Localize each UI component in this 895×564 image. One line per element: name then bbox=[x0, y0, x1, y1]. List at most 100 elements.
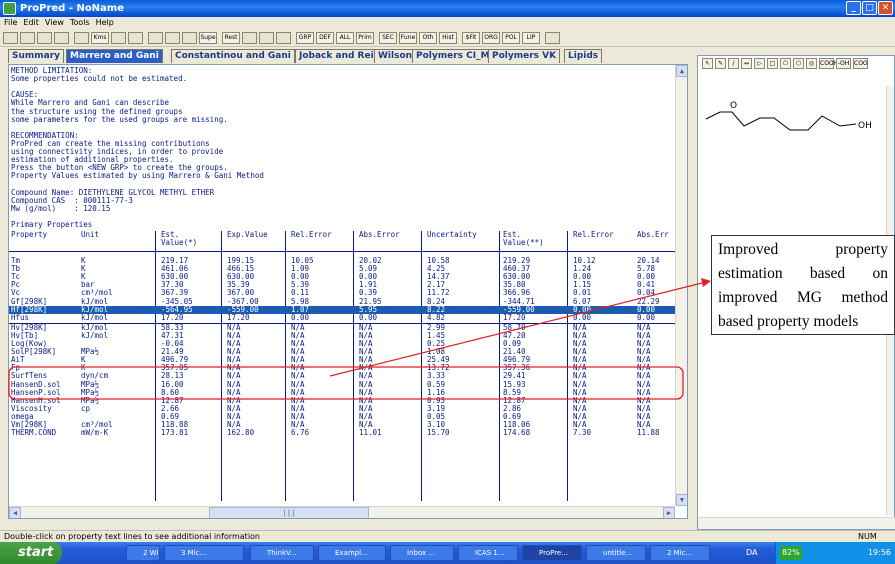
taskbar-item[interactable]: ICAS 1... bbox=[458, 545, 518, 561]
table-cell[interactable]: kJ/mol bbox=[81, 331, 108, 340]
tool-coo[interactable]: COO bbox=[853, 58, 868, 69]
toolbar-oth-button[interactable]: Oth bbox=[419, 32, 437, 44]
ring-icon[interactable]: ◎ bbox=[806, 58, 817, 69]
menu-view[interactable]: View bbox=[45, 18, 64, 27]
chart-icon[interactable] bbox=[148, 32, 163, 44]
menu-help[interactable]: Help bbox=[96, 18, 114, 27]
editor-hscrollbar[interactable] bbox=[698, 517, 895, 529]
language-indicator[interactable]: DA bbox=[746, 542, 758, 564]
taskbar-item[interactable]: 2 Wi... bbox=[126, 545, 160, 561]
battery-indicator[interactable]: 82% bbox=[780, 546, 802, 560]
table-cell[interactable]: 0.00 bbox=[359, 313, 377, 322]
table-cell[interactable]: THERM.COND bbox=[11, 429, 56, 437]
tab-polymers-vk[interactable]: Polymers VK bbox=[488, 49, 561, 63]
book-icon[interactable] bbox=[165, 32, 180, 44]
toolbar-rest-button[interactable]: Rest bbox=[222, 32, 240, 44]
horizontal-scrollbar[interactable]: ◀ ||| ▶ bbox=[9, 506, 675, 518]
graph-icon[interactable] bbox=[259, 32, 274, 44]
pentagon-icon[interactable]: ⬠ bbox=[780, 58, 791, 69]
help-icon[interactable] bbox=[545, 32, 560, 44]
minimize-button[interactable]: _ bbox=[846, 1, 861, 15]
table-cell[interactable]: 162.80 bbox=[227, 429, 254, 437]
table-cell[interactable]: 6.76 bbox=[291, 429, 309, 437]
toolbar-fune-button[interactable]: Fune bbox=[399, 32, 417, 44]
toolbar-hist-button[interactable]: Hist bbox=[439, 32, 457, 44]
toolbar-lip-button[interactable]: LIP bbox=[522, 32, 540, 44]
taskbar-item[interactable]: 2 Mic... bbox=[650, 545, 710, 561]
paste-icon[interactable] bbox=[74, 32, 89, 44]
taskbar-item[interactable]: 3 Mic... bbox=[164, 545, 244, 561]
scroll-down-icon[interactable]: ▼ bbox=[676, 494, 687, 506]
table-cell[interactable]: 7.30 bbox=[573, 429, 591, 437]
toolbar-sec-button[interactable]: SEC bbox=[379, 32, 397, 44]
hexagon-icon[interactable]: ⬡ bbox=[793, 58, 804, 69]
copy-icon[interactable] bbox=[54, 32, 69, 44]
square-icon[interactable]: □ bbox=[767, 58, 778, 69]
taskbar-item[interactable]: Exampl... bbox=[318, 545, 386, 561]
table-cell[interactable]: 17.20 bbox=[161, 313, 184, 322]
toolbar-fit-button[interactable]: $Fit bbox=[462, 32, 480, 44]
table-cell[interactable]: 0.00 bbox=[291, 313, 309, 322]
taskbar-item[interactable]: untitle... bbox=[586, 545, 646, 561]
table-cell[interactable]: 17.20 bbox=[227, 313, 250, 322]
tab-wilson[interactable]: Wilson bbox=[374, 49, 417, 63]
toolbar-supe-button[interactable]: Supe bbox=[199, 32, 217, 44]
results-text-pane[interactable]: METHOD LIMITATION: Some properties could … bbox=[8, 64, 688, 519]
text-line: Property Values estimated by using Marre… bbox=[11, 171, 264, 181]
table-cell[interactable]: 0.00 bbox=[637, 313, 655, 322]
taskbar-item[interactable]: ThinkV... bbox=[250, 545, 314, 561]
save-icon[interactable] bbox=[37, 32, 52, 44]
new-icon[interactable] bbox=[3, 32, 18, 44]
molecule-icon[interactable] bbox=[242, 32, 257, 44]
toolbar-pol-button[interactable]: POL bbox=[502, 32, 520, 44]
toolbar-kms-button[interactable]: Kms bbox=[91, 32, 109, 44]
table-icon[interactable] bbox=[276, 32, 291, 44]
tab-lipids[interactable]: Lipids bbox=[564, 49, 603, 63]
pointer-icon[interactable]: ↖ bbox=[702, 58, 713, 69]
menu-file[interactable]: File bbox=[4, 18, 17, 27]
menu-tools[interactable]: Tools bbox=[70, 18, 90, 27]
table-cell[interactable]: 17.20 bbox=[503, 313, 526, 322]
tab-marrero-and-gani[interactable]: Marrero and Gani bbox=[66, 49, 163, 63]
tab-constantinou-and-gani[interactable]: Constantinou and Gani bbox=[171, 49, 295, 63]
close-button[interactable]: ✕ bbox=[878, 1, 893, 15]
table-cell[interactable]: 4.82 bbox=[427, 313, 445, 322]
table-cell[interactable]: 11.88 bbox=[637, 429, 660, 437]
bond-icon[interactable]: ↔ bbox=[741, 58, 752, 69]
table-cell[interactable]: Hfus bbox=[11, 313, 29, 322]
scroll-left-icon[interactable]: ◀ bbox=[9, 507, 21, 518]
table-cell[interactable]: 11.01 bbox=[359, 429, 382, 437]
maximize-button[interactable]: □ bbox=[862, 1, 877, 15]
table-cell[interactable]: cp bbox=[81, 404, 90, 413]
toolbar-grp-button[interactable]: GRP bbox=[296, 32, 314, 44]
tool-oh[interactable]: -OH bbox=[836, 58, 851, 69]
table-cell[interactable]: kJ/mol bbox=[81, 313, 108, 322]
toolbar-all-button[interactable]: ALL bbox=[336, 32, 354, 44]
taskbar-item[interactable]: ProPre... bbox=[522, 545, 582, 561]
taskbar-item[interactable]: Inbox ... bbox=[390, 545, 454, 561]
line-icon[interactable]: / bbox=[728, 58, 739, 69]
toolbar-org-button[interactable]: ORG bbox=[482, 32, 500, 44]
scroll-thumb[interactable]: ||| bbox=[209, 507, 369, 518]
pencil-icon[interactable]: ✎ bbox=[715, 58, 726, 69]
sigma-icon[interactable] bbox=[128, 32, 143, 44]
table-cell[interactable]: 0.00 bbox=[573, 313, 591, 322]
network-icon[interactable] bbox=[182, 32, 197, 44]
structure-icon[interactable] bbox=[111, 32, 126, 44]
menu-edit[interactable]: Edit bbox=[23, 18, 39, 27]
tab-joback-and-reid[interactable]: Joback and Reid bbox=[295, 49, 385, 63]
scroll-up-icon[interactable]: ▲ bbox=[676, 65, 687, 77]
table-cell[interactable]: 15.70 bbox=[427, 429, 450, 437]
start-button[interactable]: start bbox=[0, 542, 62, 564]
table-cell[interactable]: mW/m-K bbox=[81, 429, 108, 437]
toolbar-def-button[interactable]: DEF bbox=[316, 32, 334, 44]
tool-cooh[interactable]: COOH bbox=[819, 58, 838, 69]
tab-summary[interactable]: Summary bbox=[8, 49, 65, 63]
table-cell[interactable]: 174.68 bbox=[503, 429, 530, 437]
open-icon[interactable] bbox=[20, 32, 35, 44]
scroll-right-icon[interactable]: ▶ bbox=[663, 507, 675, 518]
toolbar-prim-button[interactable]: Prim bbox=[356, 32, 374, 44]
triangle-icon[interactable]: ▷ bbox=[754, 58, 765, 69]
vertical-scrollbar[interactable]: ▲ ▼ bbox=[675, 65, 687, 506]
table-cell[interactable]: 173.81 bbox=[161, 429, 188, 437]
